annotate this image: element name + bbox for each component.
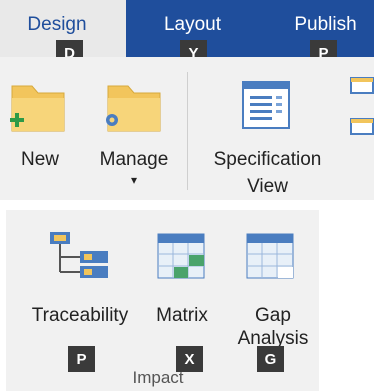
matrix-icon bbox=[157, 233, 205, 279]
chevron-down-icon: ▾ bbox=[130, 173, 138, 187]
window-icon[interactable] bbox=[349, 116, 374, 136]
new-button[interactable]: New bbox=[10, 78, 70, 173]
specification-view-icon bbox=[242, 81, 290, 129]
specification-view-label-line2: View bbox=[247, 176, 288, 197]
traceability-icon bbox=[50, 232, 108, 278]
specification-view-button[interactable]: Specification View bbox=[195, 78, 340, 200]
traceability-label: Traceability bbox=[31, 305, 129, 326]
manage-folder-icon bbox=[106, 85, 161, 132]
tab-design-label: Design bbox=[27, 14, 87, 35]
keytip-matrix: X bbox=[176, 346, 203, 372]
tab-publish-label: Publish bbox=[294, 14, 357, 35]
window-icon[interactable] bbox=[349, 75, 374, 95]
new-folder-icon bbox=[10, 85, 65, 132]
matrix-label: Matrix bbox=[156, 305, 208, 326]
tab-layout-label: Layout bbox=[163, 14, 222, 35]
new-label: New bbox=[20, 149, 59, 170]
keytip-traceability: P bbox=[68, 346, 95, 372]
group-divider bbox=[187, 72, 188, 190]
specification-view-label-line1: Specification bbox=[213, 149, 322, 170]
gap-analysis-label-line1: Gap bbox=[255, 305, 291, 326]
matrix-button[interactable]: Matrix bbox=[152, 230, 212, 329]
keytip-gap-analysis: G bbox=[257, 346, 284, 372]
traceability-button[interactable]: Traceability bbox=[20, 230, 140, 329]
manage-label: Manage bbox=[99, 149, 169, 170]
gap-analysis-button[interactable]: Gap Analysis bbox=[233, 230, 313, 349]
gap-analysis-icon bbox=[246, 233, 294, 279]
manage-button[interactable]: Manage ▾ bbox=[88, 78, 180, 187]
